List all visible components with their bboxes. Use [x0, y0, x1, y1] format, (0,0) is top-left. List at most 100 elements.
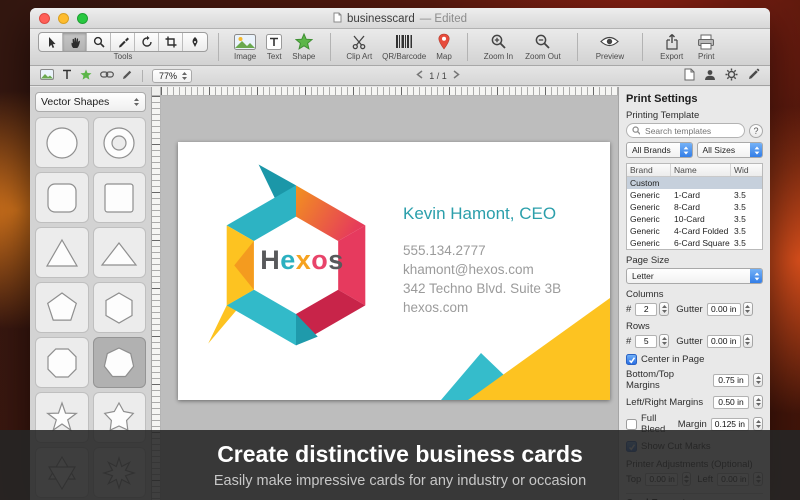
- map-button[interactable]: Map: [436, 32, 452, 61]
- bottom-top-margins-field[interactable]: 0.75 in: [713, 373, 749, 387]
- business-card[interactable]: Hexos Kevin Hamont, CEO 555.134.2777 kha…: [178, 142, 610, 400]
- octagon-icon: [47, 347, 77, 378]
- edit-button[interactable]: [747, 68, 760, 83]
- text-button[interactable]: Text: [266, 32, 283, 61]
- settings-button[interactable]: [725, 68, 738, 83]
- insert-shape-button[interactable]: [80, 69, 92, 82]
- card-name-text[interactable]: Kevin Hamont, CEO: [403, 204, 561, 224]
- template-table: Brand Name Wid Custom Generic 1-Card 3.5…: [626, 163, 763, 250]
- eyedropper-icon: [118, 37, 129, 47]
- card-address-text[interactable]: 342 Techno Blvd. Suite 3B: [403, 279, 561, 298]
- zoom-tool-button[interactable]: [87, 32, 111, 51]
- shape-square[interactable]: [92, 172, 146, 223]
- pen-tool-button[interactable]: [183, 33, 207, 51]
- table-row-custom[interactable]: Custom: [627, 177, 762, 189]
- crop-tool-button[interactable]: [159, 32, 183, 51]
- hand-tool-button[interactable]: [63, 32, 87, 51]
- export-button[interactable]: Export: [660, 32, 683, 61]
- rotate-tool-button[interactable]: [135, 32, 159, 51]
- shape-category-select[interactable]: Vector Shapes: [35, 92, 146, 112]
- popup-arrows-icon: [679, 143, 692, 157]
- draw-button[interactable]: [122, 69, 133, 82]
- horizontal-ruler: [161, 87, 618, 96]
- preview-button[interactable]: Preview: [596, 32, 624, 61]
- shape-pentagon[interactable]: [35, 282, 89, 333]
- shape-rounded-square[interactable]: [35, 172, 89, 223]
- search-input[interactable]: [643, 124, 739, 137]
- columns-value-field[interactable]: 2: [635, 302, 658, 316]
- rows-gutter-stepper[interactable]: [742, 334, 753, 348]
- document-proxy-icon: [333, 12, 342, 26]
- card-email-text[interactable]: khamont@hexos.com: [403, 260, 561, 279]
- shape-circle[interactable]: [35, 117, 89, 168]
- cursor-tool-button[interactable]: [39, 32, 63, 51]
- image-button[interactable]: Image: [234, 32, 256, 61]
- table-row[interactable]: Generic 10-Card 3.5: [627, 213, 762, 225]
- zoom-out-button[interactable]: Zoom Out: [525, 32, 561, 61]
- shape-heptagon[interactable]: [92, 337, 146, 388]
- pencil-icon: [749, 68, 760, 79]
- stepper-arrows-icon: [755, 420, 761, 428]
- title-bar[interactable]: businesscard — Edited: [30, 8, 770, 29]
- left-right-margins-field[interactable]: 0.50 in: [713, 395, 749, 409]
- eyedropper-tool-button[interactable]: [111, 32, 135, 51]
- qr-barcode-button[interactable]: QR/Barcode: [382, 32, 426, 61]
- shape-octagon[interactable]: [35, 337, 89, 388]
- link-button[interactable]: [100, 70, 114, 81]
- shape-triangle-wide[interactable]: [92, 227, 146, 278]
- rows-value-field[interactable]: 5: [635, 334, 658, 348]
- printing-template-label: Printing Template: [626, 110, 700, 121]
- table-row[interactable]: Generic 1-Card 3.5: [627, 189, 762, 201]
- zoom-in-button[interactable]: Zoom In: [484, 32, 513, 61]
- template-search-field[interactable]: [626, 123, 745, 138]
- shape-button[interactable]: Shape: [292, 32, 315, 61]
- text-icon: [266, 33, 283, 50]
- table-row[interactable]: Generic 8-Card 3.5: [627, 201, 762, 213]
- zoom-out-icon: [536, 34, 551, 49]
- shape-triangle[interactable]: [35, 227, 89, 278]
- help-button[interactable]: ?: [749, 123, 763, 138]
- zoom-level-select[interactable]: 77%: [152, 68, 193, 83]
- center-in-page-label: Center in Page: [641, 354, 705, 365]
- print-button[interactable]: Print: [697, 32, 715, 61]
- insert-image-button[interactable]: [40, 69, 54, 82]
- card-website-text[interactable]: hexos.com: [403, 298, 561, 317]
- triangle-wide-icon: [101, 241, 138, 266]
- clip-art-button[interactable]: Clip Art: [346, 32, 372, 61]
- rows-stepper[interactable]: [659, 334, 670, 348]
- left-right-margins-stepper[interactable]: [753, 395, 763, 409]
- stepper-arrows-icon: [755, 376, 761, 384]
- banner-title: Create distinctive business cards: [217, 441, 583, 467]
- table-row[interactable]: Generic 4-Card Folded 3.5: [627, 225, 762, 237]
- contacts-button[interactable]: [704, 69, 716, 83]
- page-setup-button[interactable]: [684, 68, 695, 83]
- hexagon-icon: [105, 291, 133, 324]
- table-header[interactable]: Brand Name Wid: [627, 164, 762, 177]
- bleed-margin-stepper[interactable]: [753, 417, 763, 431]
- columns-stepper[interactable]: [659, 302, 670, 316]
- bleed-margin-field[interactable]: 0.125 in: [710, 417, 749, 431]
- previous-page-button[interactable]: [416, 70, 423, 81]
- map-pin-icon: [438, 33, 450, 50]
- export-icon: [666, 34, 678, 50]
- full-bleed-checkbox[interactable]: [626, 418, 637, 430]
- logo-wordmark[interactable]: Hexos: [242, 245, 362, 276]
- insert-text-button[interactable]: [62, 69, 72, 82]
- next-page-button[interactable]: [453, 70, 460, 81]
- center-in-page-checkbox[interactable]: [626, 354, 637, 365]
- table-row[interactable]: Generic 6-Card Square 3.5: [627, 237, 762, 249]
- bottom-top-margins-label: Bottom/Top Margins: [626, 369, 675, 391]
- shape-hexagon[interactable]: [92, 282, 146, 333]
- card-phone-text[interactable]: 555.134.2777: [403, 241, 561, 260]
- rows-gutter-field[interactable]: 0.00 in: [706, 334, 741, 348]
- shape-ring[interactable]: [92, 117, 146, 168]
- magnifier-icon: [93, 36, 105, 48]
- sizes-dropdown[interactable]: All Sizes: [696, 142, 763, 158]
- brands-dropdown[interactable]: All Brands: [626, 142, 693, 158]
- stepper-arrows-icon: [661, 337, 667, 345]
- columns-gutter-field[interactable]: 0.00 in: [706, 302, 741, 316]
- heptagon-icon: [104, 346, 135, 377]
- page-size-dropdown[interactable]: Letter: [626, 268, 763, 284]
- columns-gutter-stepper[interactable]: [742, 302, 753, 316]
- bottom-top-margins-stepper[interactable]: [753, 373, 763, 387]
